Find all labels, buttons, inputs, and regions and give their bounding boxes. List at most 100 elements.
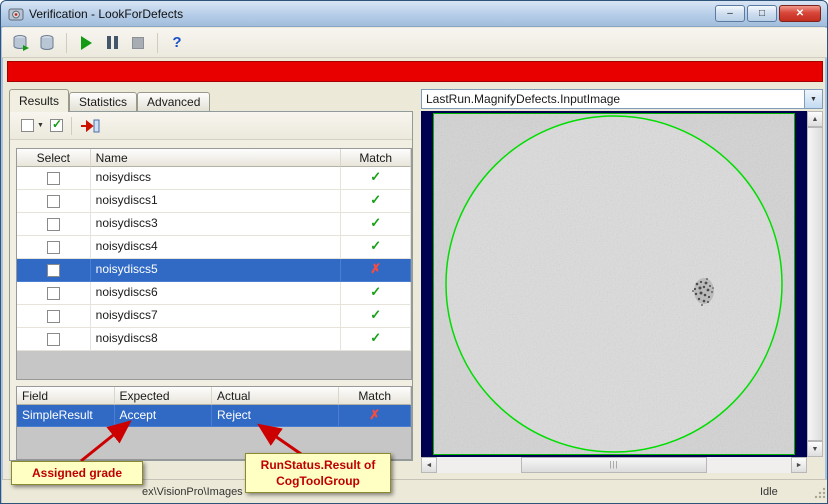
record-name: noisydiscs6: [90, 282, 342, 305]
record-name: noisydiscs1: [90, 190, 342, 213]
scroll-left-icon: ◄: [425, 461, 433, 469]
results-toolbar: ▼: [10, 112, 412, 140]
select-cell: [17, 167, 91, 190]
row-checkbox[interactable]: [46, 263, 60, 277]
match-mark-icon: ✗: [369, 407, 381, 422]
match-cell: ✓: [341, 328, 411, 351]
image-database-icon: [13, 34, 29, 51]
table-row[interactable]: noisydiscs1 ✓: [17, 190, 411, 213]
select-cell: [17, 213, 91, 236]
image-display[interactable]: [421, 111, 807, 457]
results-table: Select Name Match noisydiscs ✓ noisydisc…: [16, 148, 412, 380]
detail-row-selected[interactable]: SimpleResult Accept Reject ✗: [17, 405, 411, 427]
row-checkbox[interactable]: [46, 286, 60, 300]
toolbar-separator: [157, 32, 158, 53]
stop-icon: [132, 36, 144, 49]
header-match[interactable]: Match: [341, 149, 411, 167]
pause-icon: [106, 36, 118, 49]
title-bar[interactable]: Verification - LookForDefects – □ ✕: [1, 1, 827, 27]
results-database-button[interactable]: [34, 31, 60, 55]
header-expected[interactable]: Expected: [114, 387, 212, 405]
record-name: noisydiscs: [90, 167, 342, 190]
row-checkbox[interactable]: [46, 240, 60, 254]
field-detail-table: Field Expected Actual Match SimpleResult…: [16, 386, 412, 460]
pause-button[interactable]: [99, 31, 125, 55]
select-cell: [17, 328, 91, 351]
row-checkbox[interactable]: [46, 309, 60, 323]
match-cell: ✗: [339, 405, 411, 427]
combo-value: LastRun.MagnifyDefects.InputImage: [426, 92, 621, 106]
thumb-grip-icon: |||: [609, 460, 619, 469]
header-select[interactable]: Select: [17, 149, 91, 167]
record-name: noisydiscs7: [90, 305, 342, 328]
row-checkbox[interactable]: [46, 217, 60, 231]
help-icon: ?: [172, 34, 182, 51]
main-toolbar: ?: [2, 28, 827, 58]
record-name: noisydiscs4: [90, 236, 342, 259]
select-cell: [17, 190, 91, 213]
header-name[interactable]: Name: [90, 149, 342, 167]
match-cell: ✓: [341, 282, 411, 305]
match-cell: ✓: [341, 167, 411, 190]
horizontal-scroll-thumb[interactable]: |||: [521, 457, 707, 473]
status-state-text: Idle: [760, 486, 778, 498]
results-table-header: Select Name Match: [17, 149, 411, 167]
table-row[interactable]: noisydiscs ✓: [17, 167, 411, 190]
combo-dropdown-button[interactable]: ▼: [804, 90, 822, 108]
chevron-down-icon: ▼: [37, 122, 44, 129]
record-name: noisydiscs3: [90, 213, 342, 236]
table-row[interactable]: noisydiscs8 ✓: [17, 328, 411, 351]
close-button[interactable]: ✕: [779, 5, 821, 22]
help-button[interactable]: ?: [164, 31, 190, 55]
resize-grip[interactable]: [814, 487, 826, 502]
tab-advanced[interactable]: Advanced: [137, 92, 211, 112]
record-name: noisydiscs5: [90, 259, 342, 282]
detail-table-header: Field Expected Actual Match: [17, 387, 411, 405]
row-checkbox[interactable]: [46, 332, 60, 346]
window-title: Verification - LookForDefects: [29, 7, 184, 21]
scroll-down-button[interactable]: ▼: [807, 441, 823, 457]
run-button[interactable]: [73, 31, 99, 55]
scroll-up-icon: ▲: [811, 115, 819, 123]
scroll-up-button[interactable]: ▲: [807, 111, 823, 127]
match-mark-icon: ✓: [370, 215, 382, 230]
horizontal-scrollbar[interactable]: ◄ ||| ►: [421, 457, 807, 473]
checkbox-icon: [21, 119, 34, 132]
scroll-right-button[interactable]: ►: [791, 457, 807, 473]
scroll-left-button[interactable]: ◄: [421, 457, 437, 473]
maximize-button[interactable]: □: [747, 5, 777, 22]
callout-assigned-grade: Assigned grade: [11, 461, 143, 485]
header-actual[interactable]: Actual: [212, 387, 340, 405]
table-row-selected[interactable]: noisydiscs5 ✗: [17, 259, 411, 282]
record-name: noisydiscs8: [90, 328, 342, 351]
image-view-selector[interactable]: LastRun.MagnifyDefects.InputImage ▼: [421, 89, 823, 109]
tab-results[interactable]: Results: [9, 89, 70, 112]
run-selected-records-button[interactable]: [77, 115, 103, 137]
match-mark-icon: ✓: [370, 330, 382, 345]
results-tab-page: ▼ Select Name Match noisydiscs ✓: [9, 111, 413, 461]
select-all-dropdown-button[interactable]: ▼: [18, 115, 47, 137]
table-row[interactable]: noisydiscs7 ✓: [17, 305, 411, 328]
header-field[interactable]: Field: [17, 387, 115, 405]
image-database-button[interactable]: [8, 31, 34, 55]
vertical-scroll-thumb[interactable]: [807, 127, 823, 441]
header-match[interactable]: Match: [339, 387, 411, 405]
tab-statistics[interactable]: Statistics: [69, 92, 138, 112]
stop-button[interactable]: [125, 31, 151, 55]
row-checkbox[interactable]: [46, 194, 60, 208]
expected-value: Accept: [114, 405, 212, 427]
scrollbar-corner: [807, 457, 823, 473]
table-row[interactable]: noisydiscs6 ✓: [17, 282, 411, 305]
tab-strip: Results Statistics Advanced: [9, 89, 211, 112]
match-mark-icon: ✓: [370, 284, 382, 299]
vertical-scrollbar[interactable]: ▲ ▼: [807, 111, 823, 457]
select-cell: [17, 236, 91, 259]
results-database-icon: [40, 34, 54, 50]
minimize-button[interactable]: –: [715, 5, 745, 22]
table-row[interactable]: noisydiscs4 ✓: [17, 236, 411, 259]
match-mark-icon: ✗: [370, 261, 382, 276]
row-checkbox[interactable]: [46, 171, 60, 185]
table-row[interactable]: noisydiscs3 ✓: [17, 213, 411, 236]
check-selected-button[interactable]: [47, 115, 66, 137]
callout-runstatus: RunStatus.Result of CogToolGroup: [245, 453, 391, 493]
